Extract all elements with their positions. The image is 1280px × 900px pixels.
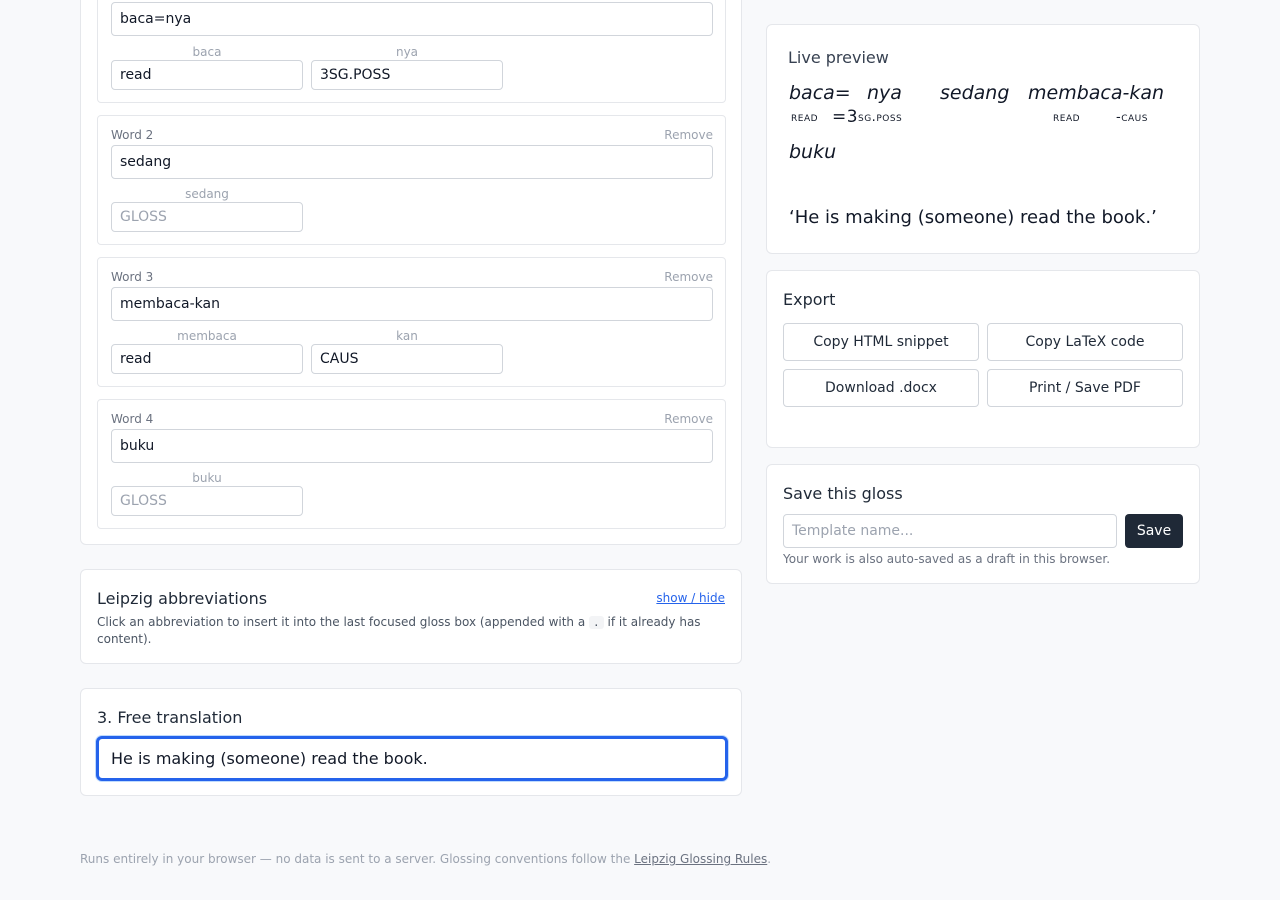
leipzig-rules-link[interactable]: Leipzig Glossing Rules <box>634 852 767 866</box>
word-1-input[interactable]: baca=nya <box>111 2 713 36</box>
preview-gloss: sg.poss <box>858 110 903 125</box>
morpheme-label: baca <box>192 45 222 59</box>
morpheme-label: kan <box>396 329 418 343</box>
word-1-box: baca=nya baca nya read 3SG.POSS <box>97 0 726 103</box>
footer-text: Runs entirely in your browser — no data … <box>80 852 635 866</box>
save-title: Save this gloss <box>783 484 903 503</box>
word-label: Word 3 <box>111 270 154 284</box>
gloss-input[interactable]: 3SG.POSS <box>311 60 503 90</box>
word-label: Word 4 <box>111 412 154 426</box>
morpheme-label: buku <box>192 471 222 485</box>
morpheme-label: sedang <box>185 187 229 201</box>
word-3-input[interactable]: membaca-kan <box>111 287 713 321</box>
free-translation-input[interactable]: He is making (someone) read the book. <box>96 736 728 781</box>
download-docx-button[interactable]: Download .docx <box>783 369 979 407</box>
abbreviations-card: Leipzig abbreviations show / hide Click … <box>80 569 742 664</box>
abbreviations-title: Leipzig abbreviations <box>97 589 268 608</box>
preview-word: buku <box>789 141 837 163</box>
word-label: Word 2 <box>111 128 154 142</box>
abbreviations-toggle-link[interactable]: show / hide <box>656 591 725 605</box>
gloss-input[interactable]: read <box>111 344 303 374</box>
live-preview-title: Live preview <box>788 48 889 67</box>
remove-word-button[interactable]: Remove <box>664 412 713 426</box>
export-title: Export <box>783 290 836 309</box>
gloss-input[interactable]: read <box>111 60 303 90</box>
word-4-input[interactable]: buku <box>111 429 713 463</box>
word-2-box: Word 2 Remove sedang sedang GLOSS <box>97 115 726 245</box>
copy-html-button[interactable]: Copy HTML snippet <box>783 323 979 361</box>
save-button[interactable]: Save <box>1125 514 1183 548</box>
preview-word: nya <box>867 82 902 104</box>
gloss-input[interactable]: CAUS <box>311 344 503 374</box>
preview-gloss: read <box>1053 110 1081 125</box>
export-card: Export Copy HTML snippet Copy LaTeX code… <box>766 270 1200 448</box>
preview-word: sedang <box>940 82 1010 104</box>
preview-word: membaca-kan <box>1028 82 1165 104</box>
autosave-note: Your work is also auto-saved as a draft … <box>783 552 1111 566</box>
preview-word: baca= <box>789 82 851 104</box>
copy-latex-button[interactable]: Copy LaTeX code <box>987 323 1183 361</box>
word-2-input[interactable]: sedang <box>111 145 713 179</box>
template-name-input[interactable]: Template name... <box>783 514 1117 548</box>
print-pdf-button[interactable]: Print / Save PDF <box>987 369 1183 407</box>
words-card: baca=nya baca nya read 3SG.POSS Word 2 R… <box>80 0 742 545</box>
remove-word-button[interactable]: Remove <box>664 128 713 142</box>
preview-translation: ‘He is making (someone) read the book.’ <box>789 207 1157 228</box>
gloss-input[interactable]: GLOSS <box>111 486 303 516</box>
morpheme-label: membaca <box>177 329 237 343</box>
preview-gloss: =3 <box>832 107 859 127</box>
remove-word-button[interactable]: Remove <box>664 270 713 284</box>
abbreviations-description: Click an abbreviation to insert it into … <box>97 615 701 646</box>
morpheme-label: nya <box>395 45 419 59</box>
footer: Runs entirely in your browser — no data … <box>80 852 772 866</box>
preview-gloss: read <box>791 110 819 125</box>
word-3-box: Word 3 Remove membaca-kan membaca kan re… <box>97 257 726 387</box>
live-preview-card: Live preview baca= nya sedang membaca-ka… <box>766 24 1200 254</box>
save-card: Save this gloss Template name... Save Yo… <box>766 464 1200 584</box>
translation-title: 3. Free translation <box>97 708 243 727</box>
word-4-box: Word 4 Remove buku buku GLOSS <box>97 399 726 529</box>
translation-card: 3. Free translation He is making (someon… <box>80 688 742 796</box>
gloss-input[interactable]: GLOSS <box>111 202 303 232</box>
preview-gloss: -caus <box>1116 110 1148 125</box>
